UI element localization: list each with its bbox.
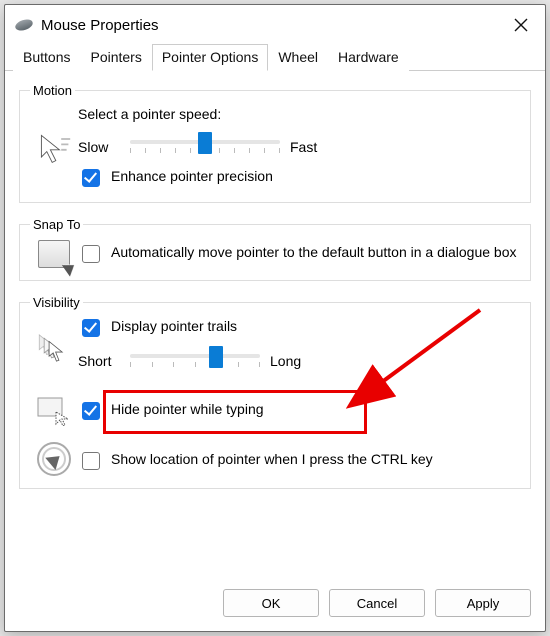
tab-pointer-options[interactable]: Pointer Options <box>152 44 269 71</box>
pointer-speed-label: Select a pointer speed: <box>78 106 520 122</box>
tab-wheel[interactable]: Wheel <box>268 44 328 71</box>
enhance-precision-label: Enhance pointer precision <box>111 168 273 186</box>
pointer-speed-slider[interactable] <box>130 134 280 160</box>
pointer-speed-icon <box>30 130 78 166</box>
mouse-properties-dialog: Mouse Properties Buttons Pointers Pointe… <box>4 4 546 632</box>
slider-thumb[interactable] <box>198 132 212 154</box>
pointer-trails-label: Display pointer trails <box>111 318 237 336</box>
tab-buttons[interactable]: Buttons <box>13 44 80 71</box>
title-bar: Mouse Properties <box>5 5 545 43</box>
pointer-trails-icon <box>30 330 78 366</box>
enhance-precision-checkbox[interactable] <box>82 169 100 187</box>
pointer-trails-slider[interactable] <box>130 348 260 374</box>
snapto-icon <box>30 240 78 268</box>
mouse-icon <box>14 17 34 32</box>
speed-fast-label: Fast <box>290 139 332 155</box>
group-snapto: Snap To Automatically move pointer to th… <box>19 217 531 281</box>
pointer-trails-checkbox[interactable] <box>82 319 100 337</box>
tab-hardware[interactable]: Hardware <box>328 44 409 71</box>
apply-button[interactable]: Apply <box>435 589 531 617</box>
close-button[interactable] <box>507 11 535 39</box>
tab-panel: Motion Select a pointer speed: Slow <box>5 71 545 579</box>
tab-pointers[interactable]: Pointers <box>80 44 151 71</box>
ctrl-locate-checkbox[interactable] <box>82 452 100 470</box>
ctrl-locate-icon <box>30 442 78 476</box>
close-icon <box>514 18 528 32</box>
hide-typing-checkbox[interactable] <box>82 402 100 420</box>
ctrl-locate-label: Show location of pointer when I press th… <box>111 451 433 469</box>
hide-typing-label: Hide pointer while typing <box>111 401 264 419</box>
snapto-label: Automatically move pointer to the defaul… <box>111 244 516 262</box>
group-visibility: Visibility Display pointer trails <box>19 295 531 489</box>
ok-button[interactable]: OK <box>223 589 319 617</box>
tab-strip: Buttons Pointers Pointer Options Wheel H… <box>5 43 545 71</box>
trails-short-label: Short <box>78 353 120 369</box>
slider-thumb[interactable] <box>209 346 223 368</box>
window-title: Mouse Properties <box>41 17 507 34</box>
trails-long-label: Long <box>270 353 312 369</box>
group-motion: Motion Select a pointer speed: Slow <box>19 83 531 203</box>
speed-slow-label: Slow <box>78 139 120 155</box>
group-visibility-legend: Visibility <box>30 295 83 310</box>
group-snapto-legend: Snap To <box>30 217 83 232</box>
snapto-checkbox[interactable] <box>82 245 100 263</box>
group-motion-legend: Motion <box>30 83 75 98</box>
dialog-buttons: OK Cancel Apply <box>5 579 545 631</box>
cancel-button[interactable]: Cancel <box>329 589 425 617</box>
hide-typing-icon <box>30 394 78 426</box>
